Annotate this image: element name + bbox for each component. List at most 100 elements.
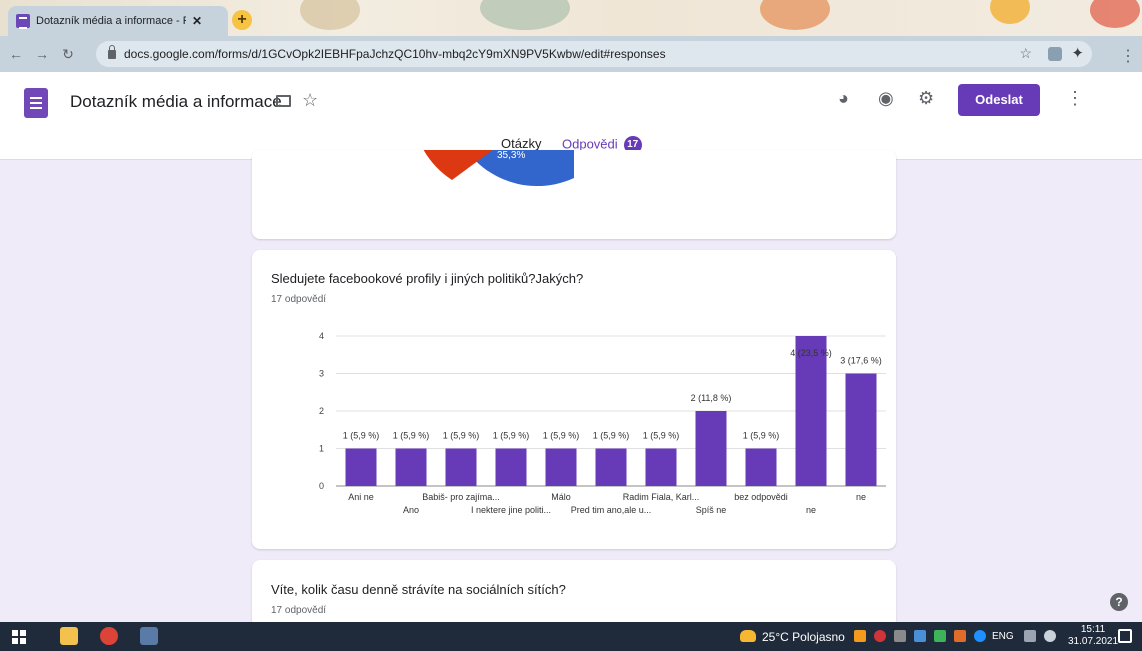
tray-icon[interactable] [934,630,946,642]
app-icon[interactable] [140,627,158,645]
bar [795,336,827,486]
weather-text[interactable]: 25°C Polojasno [762,630,845,644]
x-category-label: Spíš ne [696,505,727,515]
chrome-icon[interactable] [100,627,118,645]
y-tick-label: 0 [319,481,324,491]
extension-icon[interactable] [1048,47,1062,61]
windows-start-icon[interactable] [12,630,26,644]
close-tab-icon[interactable]: ✕ [192,14,202,28]
bar [745,448,777,486]
tray-icon[interactable] [854,630,866,642]
x-category-label: ne [856,492,866,502]
volume-icon[interactable] [1044,630,1056,642]
google-forms-favicon-icon [16,14,30,29]
x-category-label: Pred tim ano,ale u... [571,505,652,515]
bar-data-label: 1 (5,9 %) [743,431,780,441]
google-forms-logo-icon[interactable] [24,88,48,118]
theme-decoration [990,0,1030,24]
x-category-label: Radim Fiala, Karl... [623,492,700,502]
response-count: 17 odpovědí [271,605,327,616]
bar-data-label: 3 (17,6 %) [840,356,882,366]
clock[interactable]: 15:11 31.07.2021 [1068,624,1118,648]
bar-data-label: 2 (11,8 %) [691,393,732,403]
form-title[interactable]: Dotazník média a informace [70,92,282,112]
y-tick-label: 2 [319,406,324,416]
x-category-label: Babiš- pro zajíma... [422,492,500,502]
tab-questions[interactable]: Otázky [501,136,541,151]
theme-decoration [760,0,830,30]
y-tick-label: 3 [319,369,324,379]
bar-data-label: 1 (5,9 %) [643,431,680,441]
lock-icon [108,44,116,59]
x-category-label: Ano [403,505,419,515]
help-icon[interactable]: ? [1110,593,1128,611]
network-icon[interactable] [1024,630,1036,642]
bookmark-star-icon[interactable]: ☆ [1019,45,1032,62]
folder-icon[interactable] [276,95,291,107]
y-tick-label: 1 [319,444,324,454]
back-arrow-icon[interactable]: ← [6,46,26,62]
x-category-label: bez odpovědi [734,492,788,502]
settings-gear-icon[interactable]: ⚙ [918,88,934,109]
theme-decoration [300,0,360,30]
y-tick-label: 4 [319,331,324,341]
bar-data-label: 1 (5,9 %) [443,431,480,441]
pie-slice-label: 35,3% [497,150,525,161]
tray-icon[interactable] [954,630,966,642]
more-options-icon[interactable]: ⋮ [1066,88,1084,109]
question-title: Víte, kolik času denně strávíte na sociá… [271,582,566,597]
bar [345,448,377,486]
star-icon[interactable]: ☆ [302,90,318,111]
tray-icon[interactable] [874,630,886,642]
theme-decoration [1090,0,1140,28]
x-category-label: ne [806,505,816,515]
question-card: Sledujete facebookové profily i jiných p… [252,250,896,549]
address-bar[interactable]: docs.google.com/forms/d/1GCvOpk2IEBHFpaJ… [96,41,1092,67]
tray-icon[interactable] [914,630,926,642]
clock-time: 15:11 [1080,624,1106,635]
weather-icon[interactable] [740,630,756,642]
bar [395,448,427,486]
bar-data-label: 1 (5,9 %) [543,431,580,441]
browser-menu-icon[interactable]: ⋮ [1120,46,1136,66]
x-category-label: Ani ne [348,492,374,502]
preview-eye-icon[interactable]: ◉ [878,88,894,109]
x-category-label: I nektere jine politi... [471,505,551,515]
url-text[interactable]: docs.google.com/forms/d/1GCvOpk2IEBHFpaJ… [124,47,666,61]
browser-toolbar: ← → ↻ docs.google.com/forms/d/1GCvOpk2IE… [0,36,1142,72]
bar [545,448,577,486]
clock-date: 31.07.2021 [1068,636,1119,647]
previous-question-card: 35,3% [252,150,896,239]
language-indicator[interactable]: ENG [992,631,1014,642]
browser-tab-strip: Dotazník média a informace - Fo ✕ + [0,0,1142,36]
bluetooth-icon[interactable] [974,630,986,642]
browser-tab[interactable]: Dotazník média a informace - Fo ✕ [8,6,228,36]
forward-arrow-icon[interactable]: → [32,46,52,62]
bar-data-label: 1 (5,9 %) [393,431,430,441]
windows-taskbar: 25°C Polojasno ENG 15:11 31.07.2021 [0,622,1142,651]
bar-data-label: 1 (5,9 %) [343,431,380,441]
palette-icon[interactable]: ◕ [838,88,849,109]
bar-data-label: 1 (5,9 %) [593,431,630,441]
bar [445,448,477,486]
tray-icon[interactable] [894,630,906,642]
reload-icon[interactable]: ↻ [58,46,78,63]
notifications-icon[interactable] [1118,629,1132,643]
x-category-label: Málo [551,492,571,502]
bar [495,448,527,486]
new-tab-button[interactable]: + [232,10,252,30]
pie-chart: 35,3% [423,150,574,187]
file-explorer-icon[interactable] [60,627,78,645]
extensions-puzzle-icon[interactable]: ✦ [1071,44,1084,62]
send-button[interactable]: Odeslat [958,84,1040,116]
bar-chart: 0 1 2 3 4 1 (5,9 %) Ani ne 1 (5,9 %) Ano 1 (5,9 %… [319,331,886,515]
tab-title: Dotazník média a informace - Fo [36,15,186,27]
bar [645,448,677,486]
bar-data-label: 4 (23,5 %) [790,348,832,358]
bar [595,448,627,486]
bar-data-label: 1 (5,9 %) [493,431,530,441]
theme-decoration [480,0,570,30]
forms-header: Dotazník média a informace ☆ ◕ ◉ ⚙ Odesl… [0,72,1142,160]
bar [845,373,877,486]
bar [695,411,727,486]
